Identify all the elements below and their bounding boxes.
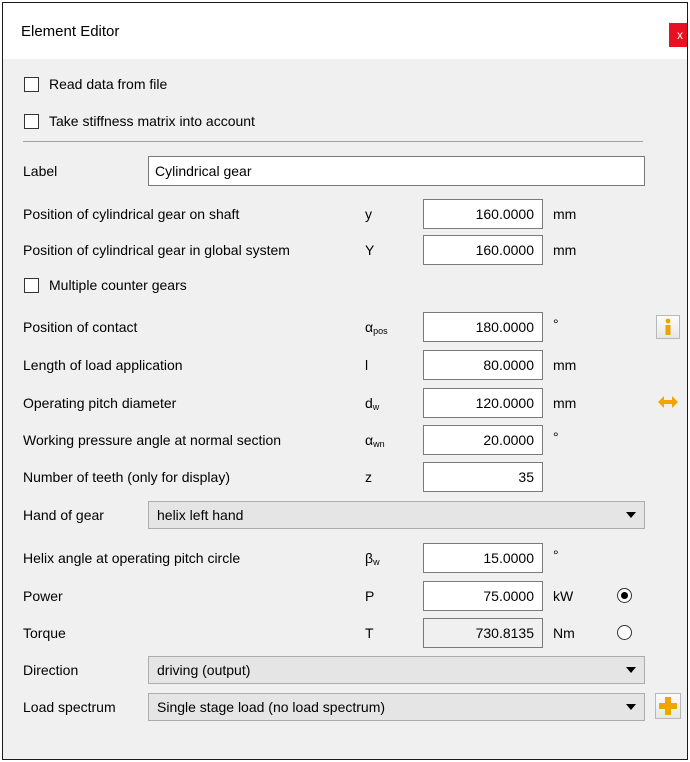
load-spectrum-selected: Single stage load (no load spectrum): [157, 699, 386, 715]
label-field-label: Label: [23, 163, 58, 179]
pitch-dia-unit: mm: [553, 395, 577, 411]
pressure-unit: °: [553, 429, 559, 445]
torque-unit: Nm: [553, 625, 575, 641]
stiffness-checkbox[interactable]: [24, 114, 39, 129]
load-spectrum-label: Load spectrum: [23, 699, 116, 715]
power-symbol: P: [365, 588, 375, 604]
close-button[interactable]: x: [669, 23, 687, 47]
helix-unit: °: [553, 547, 559, 563]
editor-content: Read data from file Take stiffness matri…: [3, 59, 687, 759]
window-title: Element Editor: [21, 23, 120, 40]
pressure-symbol: αwn: [365, 432, 385, 449]
contact-label: Position of contact: [23, 319, 138, 335]
direction-dropdown[interactable]: driving (output): [148, 656, 645, 684]
hand-label: Hand of gear: [23, 507, 104, 523]
pos-global-symbol: Y: [365, 242, 375, 258]
torque-label: Torque: [23, 625, 66, 641]
separator: [23, 141, 643, 142]
add-load-spectrum-button[interactable]: [655, 693, 681, 719]
helix-symbol: βw: [365, 550, 380, 567]
swap-button[interactable]: [656, 390, 680, 414]
pressure-input[interactable]: 20.0000: [423, 425, 543, 455]
load-len-label: Length of load application: [23, 357, 183, 373]
direction-selected: driving (output): [157, 662, 251, 678]
load-len-input[interactable]: 80.0000: [423, 350, 543, 380]
power-radio[interactable]: [617, 588, 632, 603]
teeth-input[interactable]: 35: [423, 462, 543, 492]
teeth-label: Number of teeth (only for display): [23, 469, 230, 485]
pos-global-unit: mm: [553, 242, 577, 258]
plus-icon: [659, 697, 677, 715]
torque-input[interactable]: 730.8135: [423, 618, 543, 648]
contact-symbol: αpos: [365, 319, 388, 336]
contact-input[interactable]: 180.0000: [423, 312, 543, 342]
helix-input[interactable]: 15.0000: [423, 543, 543, 573]
pos-global-input[interactable]: 160.0000: [423, 235, 543, 265]
pos-global-label: Position of cylindrical gear in global s…: [23, 242, 290, 258]
helix-label: Helix angle at operating pitch circle: [23, 550, 241, 566]
pitch-dia-input[interactable]: 120.0000: [423, 388, 543, 418]
pitch-dia-symbol: dw: [365, 395, 380, 412]
direction-label: Direction: [23, 662, 79, 678]
multiple-counter-checkbox[interactable]: [24, 278, 39, 293]
title-bar: Element Editor x: [3, 3, 687, 59]
torque-symbol: T: [365, 625, 374, 641]
read-data-label: Read data from file: [49, 76, 168, 92]
radio-selected-dot: [621, 592, 628, 599]
info-button[interactable]: [656, 315, 680, 339]
power-unit: kW: [553, 588, 574, 604]
hand-selected: helix left hand: [157, 507, 244, 523]
load-spectrum-dropdown[interactable]: Single stage load (no load spectrum): [148, 693, 645, 721]
swap-arrows-icon: [658, 396, 678, 408]
power-input[interactable]: 75.0000: [423, 581, 543, 611]
load-len-symbol: l: [365, 357, 369, 373]
label-input[interactable]: Cylindrical gear: [148, 156, 645, 186]
chevron-down-icon: [626, 667, 636, 673]
contact-unit: °: [553, 316, 559, 332]
pressure-label: Working pressure angle at normal section: [23, 432, 282, 448]
info-icon: [665, 318, 671, 335]
torque-radio[interactable]: [617, 625, 632, 640]
pos-shaft-input[interactable]: 160.0000: [423, 199, 543, 229]
multiple-counter-label: Multiple counter gears: [49, 277, 187, 293]
power-label: Power: [23, 588, 63, 604]
pos-shaft-symbol: y: [365, 206, 372, 222]
stiffness-label: Take stiffness matrix into account: [49, 113, 255, 129]
load-len-unit: mm: [553, 357, 577, 373]
teeth-symbol: z: [365, 469, 372, 485]
element-editor-window: Element Editor x Read data from file Tak…: [2, 2, 688, 760]
pos-shaft-label: Position of cylindrical gear on shaft: [23, 206, 240, 222]
pitch-dia-label: Operating pitch diameter: [23, 395, 177, 411]
chevron-down-icon: [626, 704, 636, 710]
chevron-down-icon: [626, 512, 636, 518]
read-data-checkbox[interactable]: [24, 77, 39, 92]
pos-shaft-unit: mm: [553, 206, 577, 222]
hand-dropdown[interactable]: helix left hand: [148, 501, 645, 529]
